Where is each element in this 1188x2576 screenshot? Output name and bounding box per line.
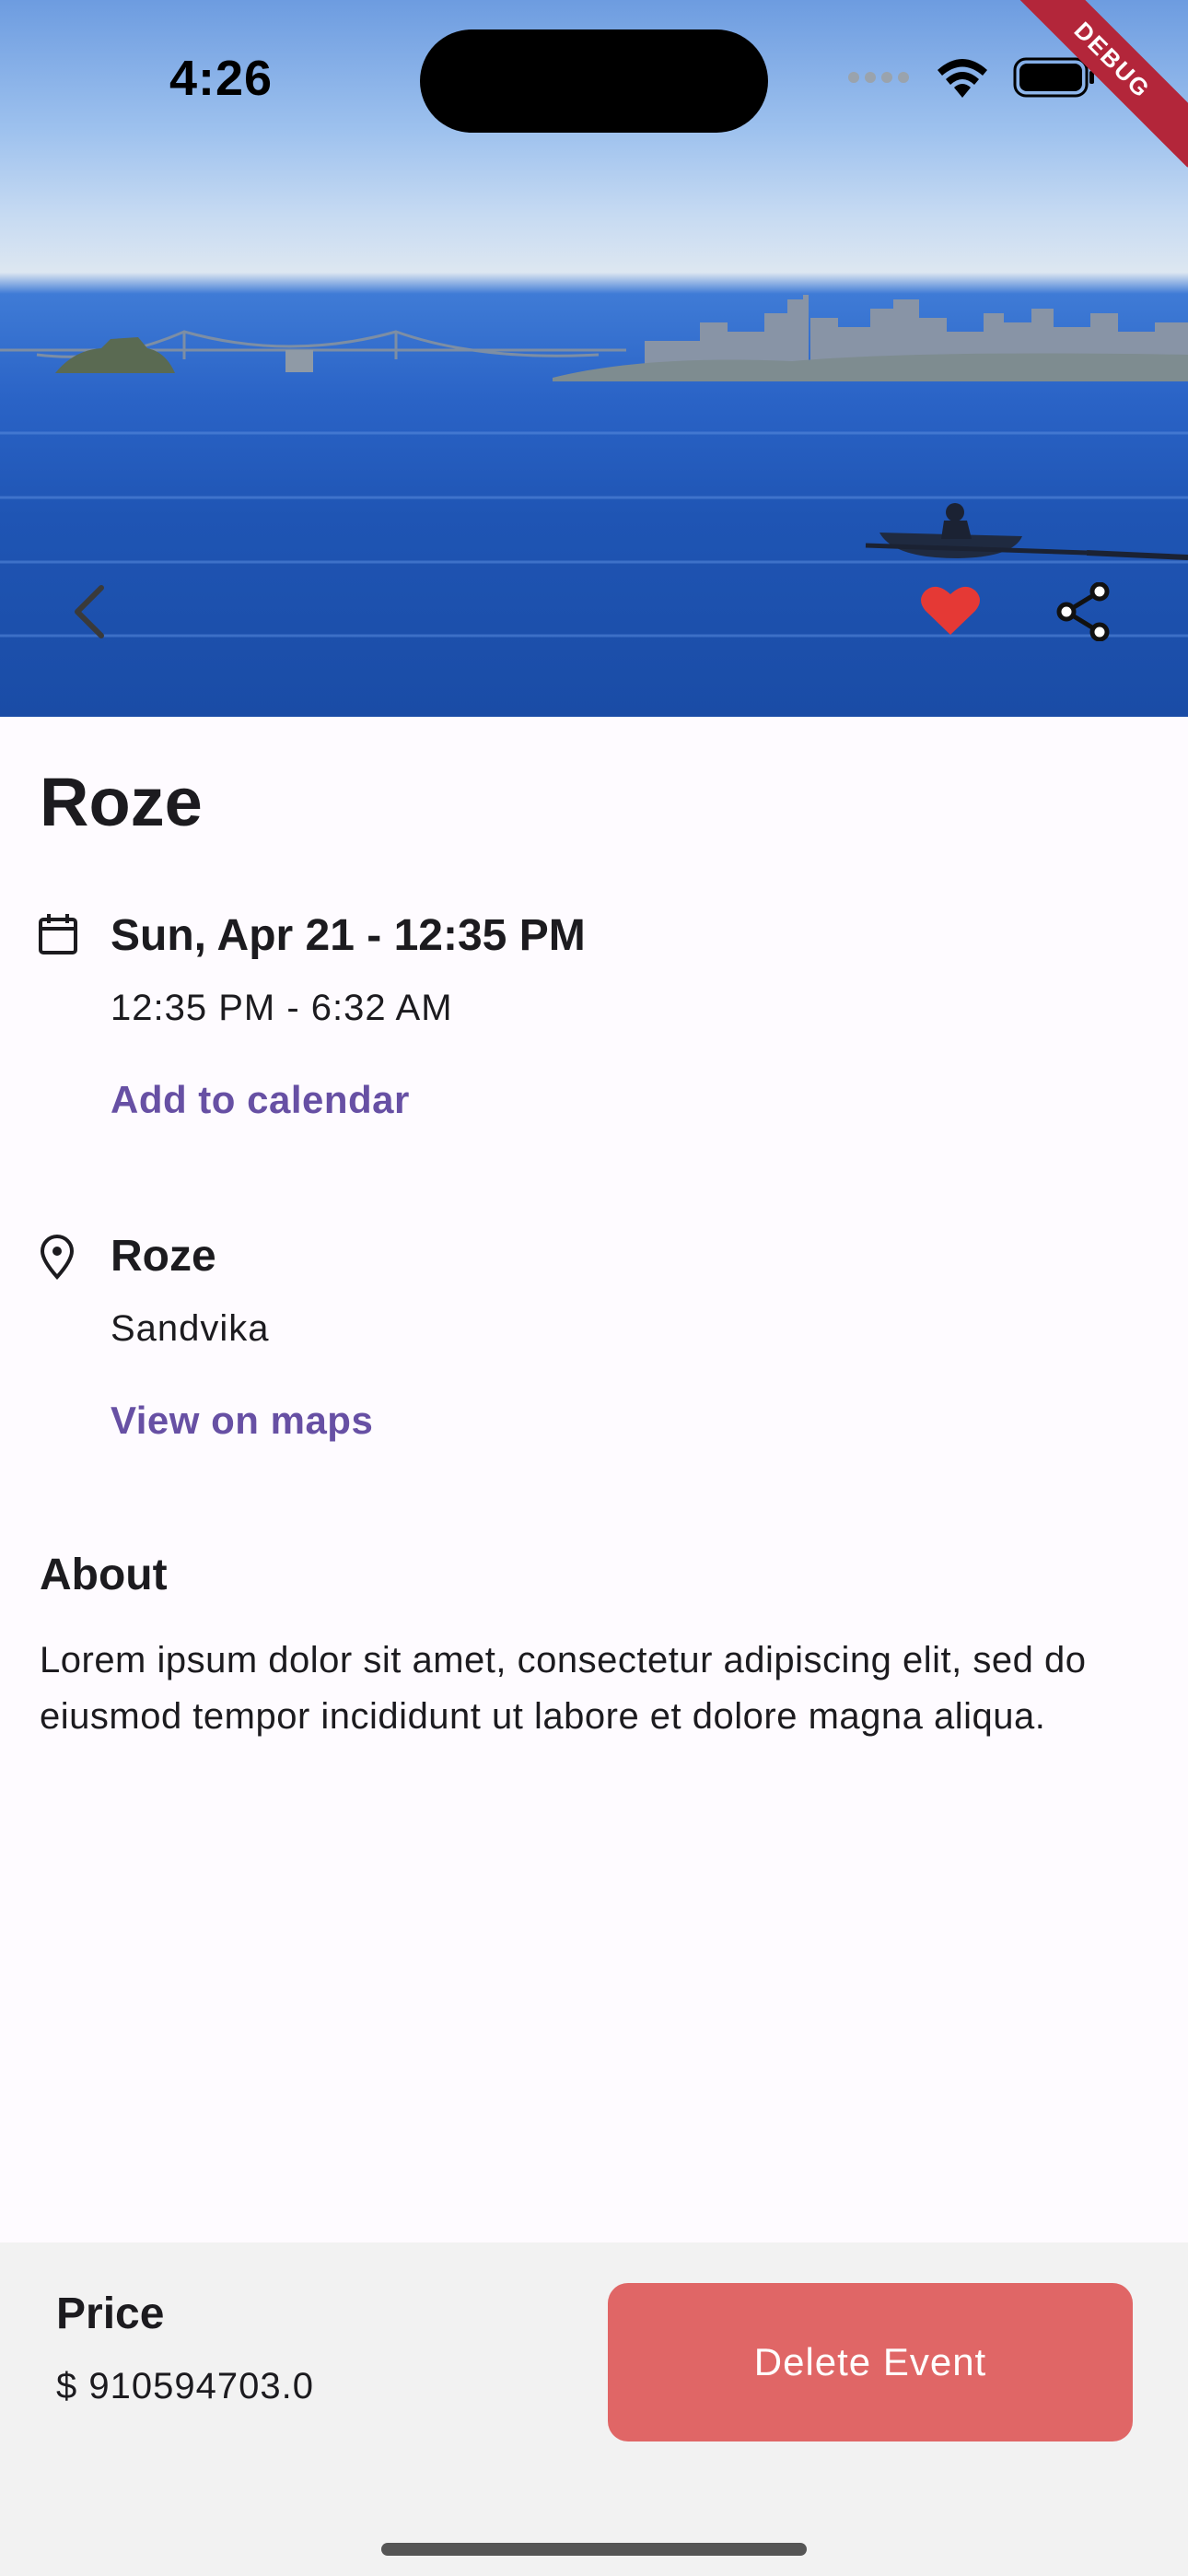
price-value: $ 910594703.0 xyxy=(56,2366,314,2406)
calendar-icon xyxy=(39,914,77,954)
venue-city: Sandvika xyxy=(111,1308,270,1349)
share-icon xyxy=(1056,582,1110,641)
about-heading: About xyxy=(40,1551,168,1599)
location-pin-icon xyxy=(40,1235,75,1281)
event-title: Roze xyxy=(40,764,203,840)
bottom-action-bar: Price $ 910594703.0 Delete Event xyxy=(0,2242,1188,2576)
delete-event-button[interactable]: Delete Event xyxy=(608,2283,1133,2441)
back-button[interactable] xyxy=(44,568,133,656)
status-bar: 4:26 xyxy=(0,0,1188,157)
status-time: 4:26 xyxy=(169,51,274,106)
venue-name: Roze xyxy=(111,1232,216,1281)
price-label: Price xyxy=(56,2289,165,2338)
view-on-maps-link[interactable]: View on maps xyxy=(111,1399,373,1443)
status-icons xyxy=(847,57,1096,98)
cellular-signal-icon xyxy=(848,72,909,83)
heart-icon xyxy=(921,586,980,635)
event-date: Sun, Apr 21 - 12:35 PM xyxy=(111,911,586,960)
event-cover-image: 4:26 DEBUG xyxy=(0,0,1188,717)
wifi-icon xyxy=(938,59,987,98)
about-text: Lorem ipsum dolor sit amet, consectetur … xyxy=(40,1640,1087,1737)
chevron-left-icon xyxy=(75,585,104,638)
event-time-range: 12:35 PM - 6:32 AM xyxy=(111,988,453,1028)
home-indicator[interactable] xyxy=(381,2543,807,2556)
dynamic-island xyxy=(420,29,768,133)
event-detail-screen: 4:26 DEBUG Roze Sun, Apr 21 - 12:35 PM 1… xyxy=(0,0,1188,2576)
add-to-calendar-link[interactable]: Add to calendar xyxy=(111,1078,410,1122)
share-button[interactable] xyxy=(1039,568,1127,656)
favorite-button[interactable] xyxy=(906,566,995,654)
